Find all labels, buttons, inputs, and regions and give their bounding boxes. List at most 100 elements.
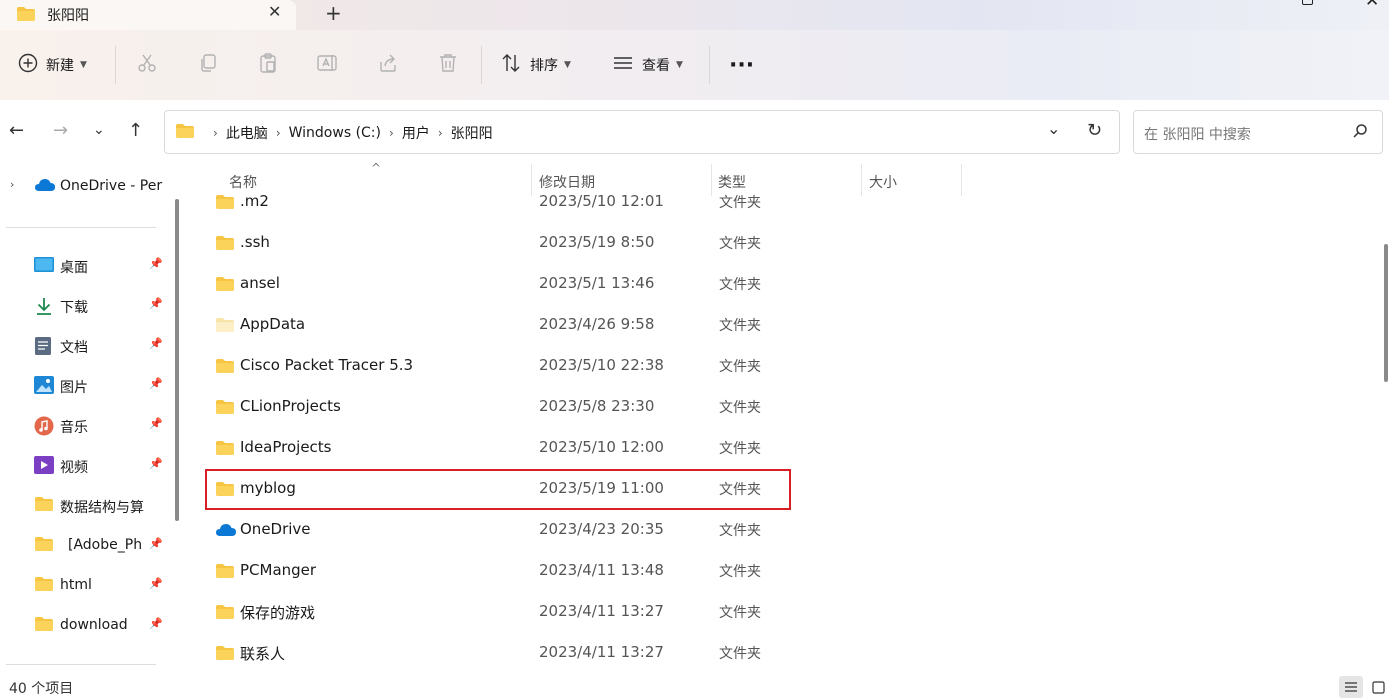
file-modified-date: 2023/5/8 23:30 (539, 397, 655, 415)
file-row[interactable]: myblog 2023/5/19 11:00 文件夹 (205, 469, 791, 510)
file-type: 文件夹 (719, 318, 761, 334)
address-bar[interactable]: › 此电脑 › Windows (C:) › 用户 › 张阳阳 ⌄ ↻ (164, 110, 1120, 154)
forward-arrow-icon[interactable]: → (53, 120, 68, 141)
sidebar-divider (6, 227, 156, 228)
sidebar-item-videos[interactable]: 视频 📌 (0, 447, 170, 483)
file-row[interactable]: .ssh 2023/5/19 8:50 文件夹 (205, 223, 991, 264)
refresh-icon[interactable]: ↻ (1087, 120, 1102, 141)
file-type: 文件夹 (719, 236, 761, 252)
sidebar-item-onedrive[interactable]: › OneDrive - Per (0, 168, 170, 204)
sidebar-item-pictures[interactable]: 图片 📌 (0, 367, 170, 403)
music-icon (34, 416, 54, 440)
share-button[interactable] (377, 30, 399, 100)
file-modified-date: 2023/4/11 13:27 (539, 602, 664, 620)
sidebar-item-documents[interactable]: 文档 📌 (0, 327, 170, 363)
picture-icon (34, 376, 54, 398)
copy-icon (197, 52, 219, 78)
file-type: 文件夹 (719, 646, 761, 662)
breadcrumb-current[interactable]: 张阳阳 (451, 123, 493, 143)
sort-button[interactable]: 排序 ▼ (500, 30, 571, 100)
sidebar-item-label: 音乐 (60, 420, 88, 436)
new-tab-button[interactable]: + (325, 1, 342, 25)
rename-button[interactable] (316, 30, 338, 100)
search-input[interactable]: 在 张阳阳 中搜索 (1144, 124, 1251, 144)
file-name: ansel (240, 274, 280, 292)
back-arrow-icon[interactable]: ← (9, 120, 24, 141)
file-type: 文件夹 (719, 359, 761, 375)
file-row[interactable]: .m2 2023/5/10 12:01 文件夹 (205, 182, 991, 223)
sidebar-item-label: 文档 (60, 340, 88, 356)
new-label: 新建 (46, 58, 74, 74)
breadcrumb-this-pc[interactable]: 此电脑 (226, 123, 268, 143)
pin-icon: 📌 (149, 377, 163, 390)
command-bar: 新建 ▼ 排序 ▼ 查看 ▼ ··· (0, 30, 1389, 100)
file-modified-date: 2023/5/19 8:50 (539, 233, 655, 251)
file-row[interactable]: 联系人 2023/4/11 13:27 文件夹 (205, 633, 991, 674)
sidebar-item-desktop[interactable]: 桌面 📌 (0, 247, 170, 283)
sidebar-item-label: OneDrive - Per (60, 178, 163, 194)
file-row[interactable]: ansel 2023/5/1 13:46 文件夹 (205, 264, 991, 305)
pin-icon: 📌 (149, 457, 163, 470)
breadcrumb-users[interactable]: 用户 (402, 123, 430, 143)
cut-button[interactable] (136, 30, 158, 100)
more-options-button[interactable]: ··· (729, 30, 754, 100)
sidebar-scrollbar[interactable] (175, 199, 179, 521)
file-row[interactable]: CLionProjects 2023/5/8 23:30 文件夹 (205, 387, 991, 428)
file-name: PCManger (240, 561, 317, 579)
close-window-button[interactable]: ✕ (1365, 0, 1379, 11)
file-type: 文件夹 (719, 605, 761, 621)
restore-window-button[interactable] (1302, 0, 1313, 5)
folder-icon (215, 645, 235, 665)
copy-button[interactable] (197, 30, 219, 100)
tiles-view-icon (1371, 680, 1385, 694)
pin-icon: 📌 (149, 337, 163, 350)
file-modified-date: 2023/5/19 11:00 (539, 479, 664, 497)
file-type: 文件夹 (719, 482, 761, 498)
up-arrow-icon[interactable]: ↑ (128, 120, 143, 141)
tab-title: 张阳阳 (47, 8, 89, 24)
tab-current[interactable]: 张阳阳 ✕ (0, 0, 296, 30)
new-button[interactable]: 新建 ▼ (18, 30, 87, 100)
view-button[interactable]: 查看 ▼ (612, 30, 683, 100)
file-type: 文件夹 (719, 277, 761, 293)
file-list-scrollbar[interactable] (1384, 244, 1388, 382)
search-icon[interactable] (1352, 123, 1368, 143)
address-history-chevron-icon[interactable]: ⌄ (1047, 119, 1060, 138)
file-row[interactable]: IdeaProjects 2023/5/10 12:00 文件夹 (205, 428, 991, 469)
search-box[interactable]: 在 张阳阳 中搜索 (1133, 110, 1383, 154)
share-icon (377, 52, 399, 78)
cloud-icon (34, 177, 56, 197)
sidebar-item-folder[interactable]: download 📌 (0, 607, 170, 643)
file-row[interactable]: Cisco Packet Tracer 5.3 2023/5/10 22:38 文件… (205, 346, 991, 387)
toolbar-divider (481, 46, 482, 84)
sidebar-item-downloads[interactable]: 下载 📌 (0, 287, 170, 323)
delete-button[interactable] (437, 30, 459, 100)
file-row[interactable]: OneDrive 2023/4/23 20:35 文件夹 (205, 510, 991, 551)
sidebar-item-folder[interactable]: html 📌 (0, 567, 170, 603)
item-count: 40 个项目 (9, 681, 74, 697)
file-row[interactable]: 保存的游戏 2023/4/11 13:27 文件夹 (205, 592, 991, 633)
toolbar-divider (115, 46, 116, 84)
breadcrumb-windows-c[interactable]: Windows (C:) (289, 125, 381, 141)
chevron-down-icon: ▼ (564, 60, 571, 70)
download-icon (34, 296, 54, 320)
file-type: 文件夹 (719, 523, 761, 539)
file-name: 保存的游戏 (240, 604, 316, 622)
file-modified-date: 2023/4/11 13:27 (539, 643, 664, 661)
recent-locations-chevron-icon[interactable]: ⌄ (93, 122, 105, 138)
thumbnail-view-button[interactable] (1366, 676, 1389, 698)
sidebar-item-music[interactable]: 音乐 📌 (0, 407, 170, 443)
chevron-right-icon: › (213, 126, 218, 140)
paste-button[interactable] (257, 30, 279, 100)
expand-chevron-icon[interactable]: › (10, 178, 14, 191)
details-view-button[interactable] (1339, 676, 1363, 698)
sidebar-item-folder[interactable]: [Adobe_Ph 📌 (0, 527, 170, 563)
sidebar-item-label: 图片 (60, 380, 88, 396)
scissors-icon (136, 52, 158, 78)
folder-icon (215, 235, 235, 255)
file-modified-date: 2023/5/1 13:46 (539, 274, 655, 292)
file-row[interactable]: PCManger 2023/4/11 13:48 文件夹 (205, 551, 991, 592)
tab-close-button[interactable]: ✕ (268, 2, 281, 21)
file-row[interactable]: AppData 2023/4/26 9:58 文件夹 (205, 305, 991, 346)
sidebar-item-folder[interactable]: 数据结构与算 (0, 487, 170, 523)
